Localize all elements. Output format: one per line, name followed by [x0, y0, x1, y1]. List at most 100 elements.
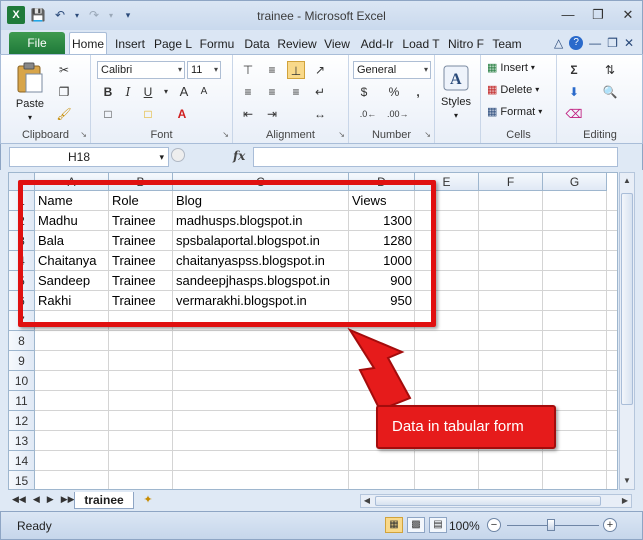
row-header[interactable]: 9 — [9, 351, 35, 371]
tab-review[interactable]: Review — [277, 34, 317, 54]
sort-filter-icon[interactable]: ⇅ — [601, 61, 619, 79]
next-sheet-icon[interactable]: ▶ — [47, 494, 54, 505]
page-layout-view-icon[interactable]: ▩ — [407, 517, 425, 533]
format-painter-icon[interactable]: 🖌 — [55, 105, 73, 123]
row-header[interactable]: 13 — [9, 431, 35, 451]
row-header[interactable]: 12 — [9, 411, 35, 431]
first-sheet-icon[interactable]: ◀◀ — [12, 494, 26, 505]
doc-minimize-icon[interactable]: — — [589, 36, 601, 50]
vertical-scroll-thumb[interactable] — [621, 193, 633, 405]
vertical-scrollbar[interactable]: ▲ ▼ — [619, 172, 635, 490]
underline-dropdown-icon[interactable]: ▾ — [157, 83, 175, 101]
horizontal-scroll-thumb[interactable] — [375, 496, 601, 506]
comma-button[interactable]: , — [409, 83, 427, 101]
font-launcher-icon[interactable]: ↘ — [222, 130, 229, 139]
tab-nitro[interactable]: Nitro F — [445, 34, 487, 54]
minimize-icon[interactable]: — — [560, 7, 576, 23]
scroll-left-icon[interactable]: ◀ — [361, 495, 373, 507]
bold-button[interactable]: B — [99, 83, 117, 101]
underline-button[interactable]: U — [139, 83, 157, 101]
currency-button[interactable]: $ — [355, 83, 373, 101]
italic-button[interactable]: I — [119, 83, 137, 101]
orientation-icon[interactable]: ↗ — [311, 61, 329, 79]
tab-team[interactable]: Team — [489, 34, 525, 54]
insert-sheet-icon[interactable]: ✦ — [138, 493, 158, 509]
tab-home[interactable]: Home — [69, 32, 107, 54]
styles-button[interactable]: A Styles ▾ — [441, 63, 471, 120]
column-header[interactable]: G — [543, 173, 607, 191]
column-header[interactable]: F — [479, 173, 543, 191]
format-cells-button[interactable]: ▦ Format ▾ — [487, 105, 542, 119]
autosum-icon[interactable]: Σ — [565, 61, 583, 79]
zoom-in-icon[interactable]: + — [603, 518, 617, 532]
tab-add-ins[interactable]: Add-Ir — [357, 34, 397, 54]
fill-color-icon[interactable]: □ — [139, 105, 157, 123]
decrease-decimal-icon[interactable]: .00→ — [387, 105, 409, 123]
grow-font-button[interactable]: A — [175, 83, 193, 101]
close-icon[interactable]: ✕ — [620, 7, 636, 23]
insert-function-button[interactable]: fx — [233, 149, 245, 163]
help-icon[interactable]: ? — [569, 36, 584, 50]
row-header[interactable]: 10 — [9, 371, 35, 391]
tab-insert[interactable]: Insert — [111, 34, 149, 54]
align-bottom-icon[interactable]: ⊥ — [287, 61, 305, 79]
tab-data[interactable]: Data — [241, 34, 273, 54]
zoom-out-icon[interactable]: − — [487, 518, 501, 532]
align-middle-icon[interactable]: ≡ — [263, 61, 281, 79]
fill-icon[interactable]: ⬇ — [565, 83, 583, 101]
normal-view-icon[interactable]: ▦ — [385, 517, 403, 533]
delete-cells-button[interactable]: ▦ Delete ▾ — [487, 83, 539, 97]
last-sheet-icon[interactable]: ▶▶ — [61, 494, 75, 505]
row-header[interactable]: 8 — [9, 331, 35, 351]
align-center-icon[interactable]: ≡ — [263, 83, 281, 101]
shrink-font-button[interactable]: A — [195, 83, 213, 101]
minimize-ribbon-icon[interactable]: △ — [554, 36, 563, 50]
row-header[interactable]: 14 — [9, 451, 35, 471]
font-color-icon[interactable]: A — [173, 105, 191, 123]
page-break-view-icon[interactable]: ▤ — [429, 517, 447, 533]
insert-cells-button[interactable]: ▦ Insert ▾ — [487, 61, 535, 75]
increase-indent-icon[interactable]: ⇥ — [263, 105, 281, 123]
clipboard-launcher-icon[interactable]: ↘ — [80, 130, 87, 139]
doc-close-icon[interactable]: ✕ — [624, 36, 634, 50]
scroll-up-icon[interactable]: ▲ — [620, 173, 634, 189]
row-header[interactable]: 15 — [9, 471, 35, 489]
zoom-level[interactable]: 100% — [449, 519, 480, 533]
percent-button[interactable]: % — [385, 83, 403, 101]
increase-decimal-icon[interactable]: .0← — [359, 105, 377, 123]
tab-view[interactable]: View — [321, 34, 353, 54]
cut-icon[interactable]: ✂ — [55, 61, 73, 79]
font-size-select[interactable]: 11 ▾ — [187, 61, 221, 79]
find-select-icon[interactable]: 🔍 — [601, 83, 619, 101]
doc-restore-icon[interactable]: ❐ — [607, 36, 618, 50]
restore-icon[interactable]: ❐ — [590, 7, 606, 23]
align-left-icon[interactable]: ≡ — [239, 83, 257, 101]
tab-file[interactable]: File — [9, 32, 65, 54]
prev-sheet-icon[interactable]: ◀ — [33, 494, 40, 505]
zoom-slider-thumb[interactable] — [547, 519, 555, 531]
align-right-icon[interactable]: ≡ — [287, 83, 305, 101]
borders-icon[interactable]: □ — [99, 105, 117, 123]
number-format-select[interactable]: General ▾ — [353, 61, 431, 79]
tab-formulas[interactable]: Formu — [197, 34, 237, 54]
alignment-launcher-icon[interactable]: ↘ — [338, 130, 345, 139]
formula-input[interactable] — [253, 147, 618, 167]
formula-expand-handle[interactable] — [171, 148, 185, 162]
copy-icon[interactable]: ❐ — [55, 83, 73, 101]
merge-center-icon[interactable]: ↔ — [311, 105, 329, 123]
font-family-select[interactable]: Calibri ▾ — [97, 61, 185, 79]
tab-load-test[interactable]: Load T — [401, 34, 441, 54]
tab-page-layout[interactable]: Page L — [153, 34, 193, 54]
clear-icon[interactable]: ⌫ — [565, 105, 583, 123]
decrease-indent-icon[interactable]: ⇤ — [239, 105, 257, 123]
paste-button[interactable]: Paste ▾ — [15, 61, 45, 122]
sheet-tab-trainee[interactable]: trainee — [74, 492, 134, 509]
align-top-icon[interactable]: ⊤ — [239, 61, 257, 79]
name-box[interactable]: H18 ▾ — [9, 147, 169, 167]
scroll-right-icon[interactable]: ▶ — [619, 495, 631, 507]
number-launcher-icon[interactable]: ↘ — [424, 130, 431, 139]
row-header[interactable]: 11 — [9, 391, 35, 411]
wrap-text-icon[interactable]: ↵ — [311, 83, 329, 101]
horizontal-scrollbar[interactable]: ◀ ▶ — [360, 494, 632, 508]
scroll-down-icon[interactable]: ▼ — [620, 473, 634, 489]
